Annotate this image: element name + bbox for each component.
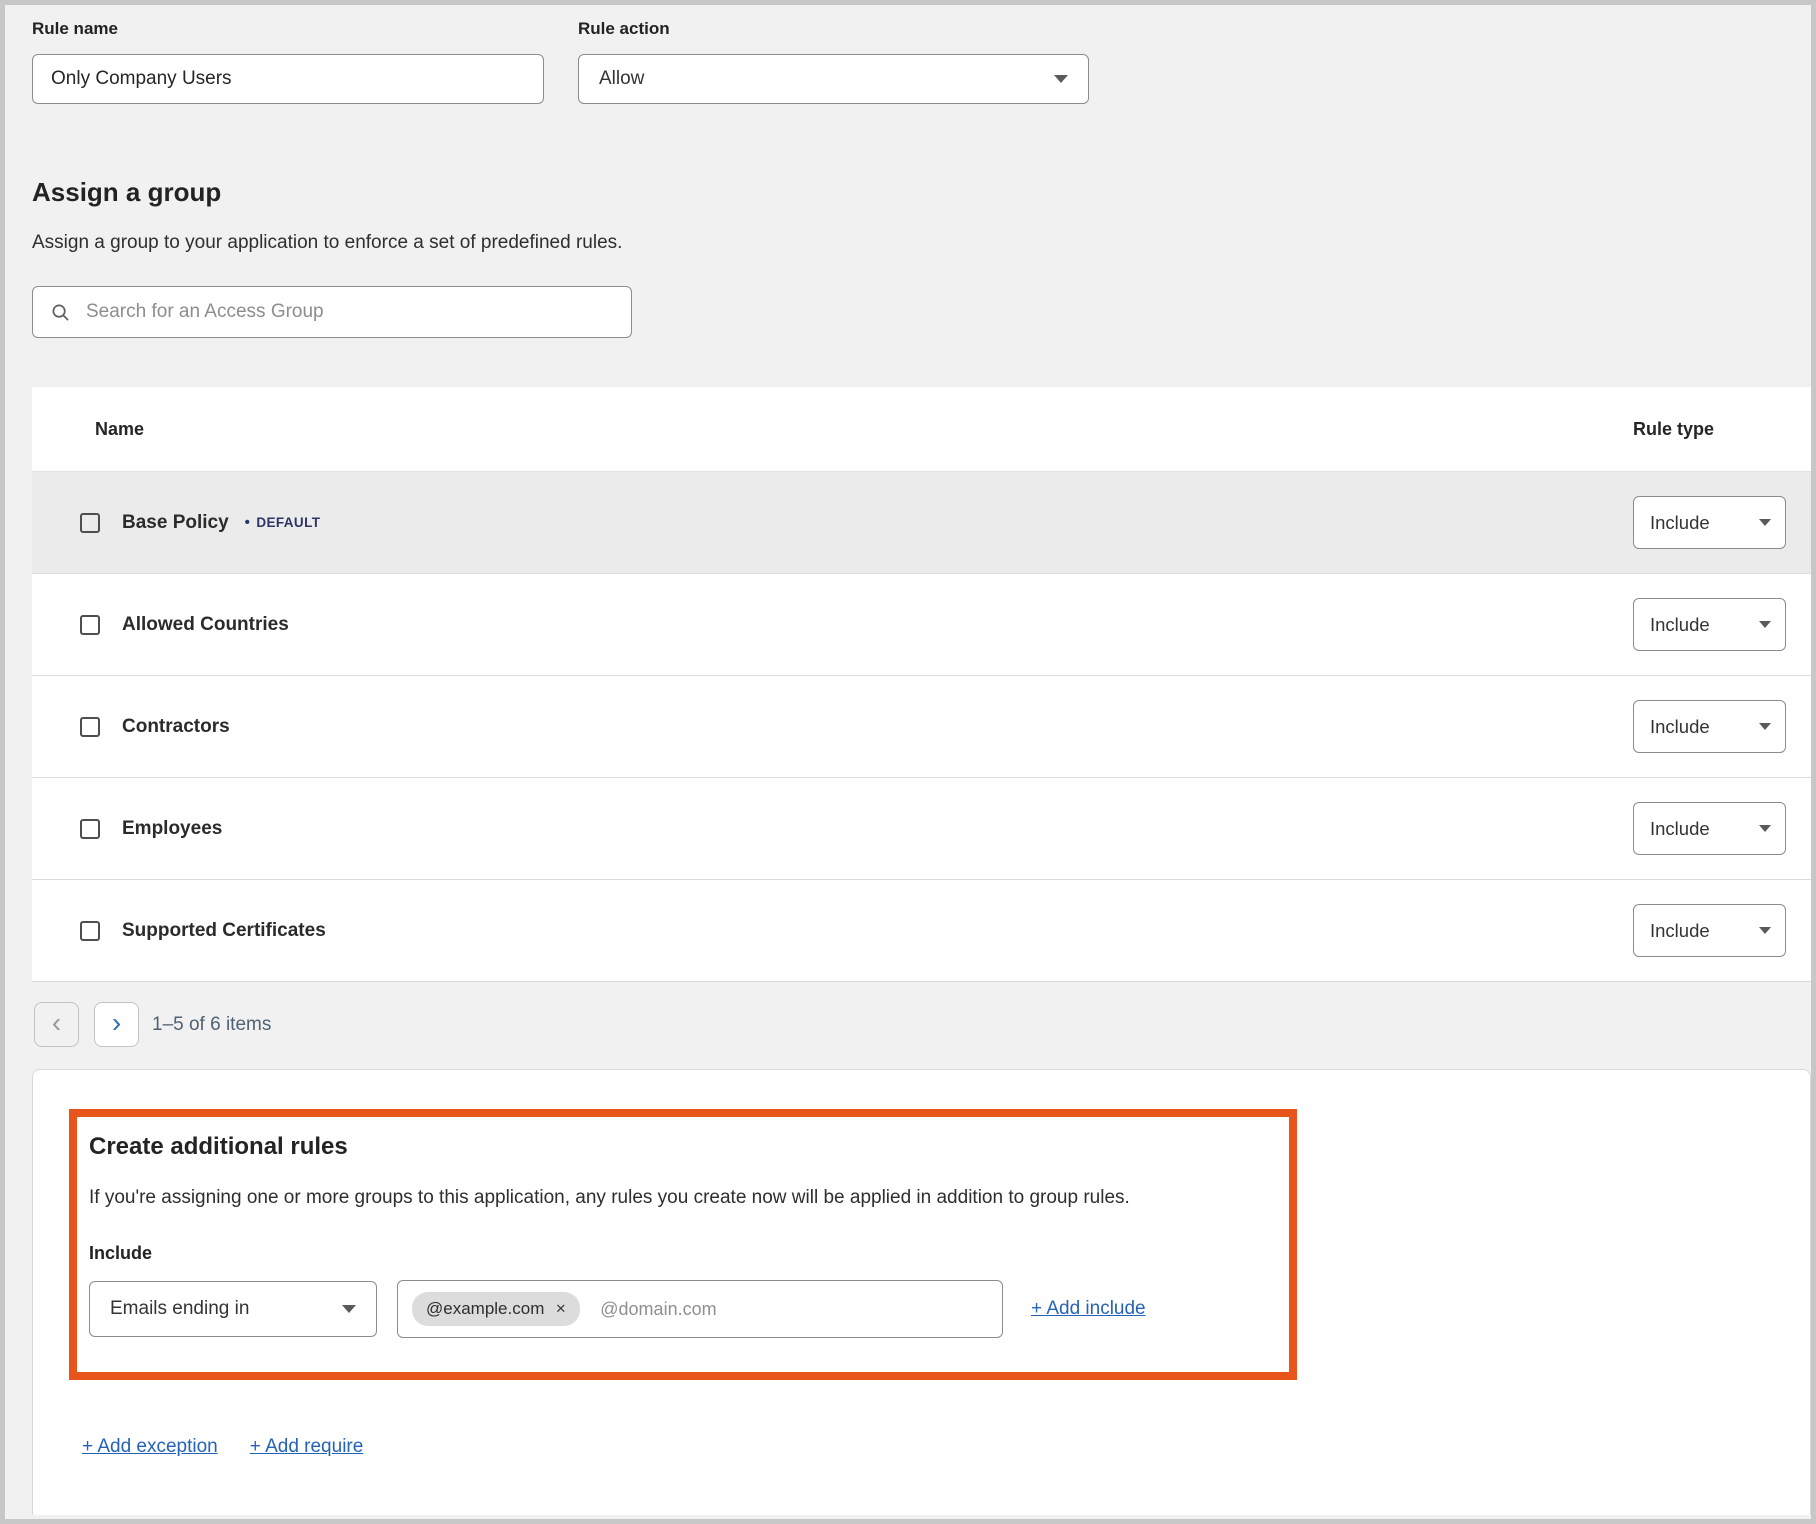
pagination-range-label: 1–5 of 6 items <box>152 1014 271 1036</box>
rule-type-value: Include <box>1650 614 1710 636</box>
table-row: Base Policy • DEFAULT Include <box>32 471 1811 573</box>
row-checkbox[interactable] <box>80 615 100 635</box>
row-name: Supported Certificates <box>122 920 326 942</box>
email-domain-tag: @example.com ✕ <box>412 1292 580 1326</box>
rule-type-select[interactable]: Include <box>1633 802 1786 855</box>
create-rules-heading: Create additional rules <box>89 1133 1269 1161</box>
row-checkbox[interactable] <box>80 513 100 533</box>
table-header-row: Name Rule type <box>32 387 1811 471</box>
add-exception-link[interactable]: + Add exception <box>82 1436 218 1458</box>
search-icon <box>51 303 70 322</box>
badge-bullet-icon: • <box>245 515 251 530</box>
assign-group-description: Assign a group to your application to en… <box>32 232 1811 254</box>
assign-group-heading: Assign a group <box>32 177 1811 208</box>
row-name: Allowed Countries <box>122 614 289 636</box>
table-row: Allowed Countries Include <box>32 573 1811 675</box>
chevron-left-icon: ‹ <box>52 1009 61 1037</box>
column-header-rule-type: Rule type <box>1633 419 1786 440</box>
rule-name-label: Rule name <box>32 19 544 39</box>
email-domains-input[interactable]: @example.com ✕ <box>397 1280 1003 1338</box>
row-name: Contractors <box>122 716 230 738</box>
chevron-down-icon <box>1054 75 1068 83</box>
rule-action-value: Allow <box>599 68 644 90</box>
include-label: Include <box>89 1243 1269 1264</box>
condition-value: Emails ending in <box>110 1298 249 1320</box>
table-row: Supported Certificates Include <box>32 879 1811 981</box>
pagination: ‹ › 1–5 of 6 items <box>32 1002 1811 1047</box>
chevron-right-icon: › <box>112 1009 121 1037</box>
rule-header-form: Rule name Rule action Allow <box>32 19 1811 104</box>
row-checkbox[interactable] <box>80 717 100 737</box>
default-badge: • DEFAULT <box>245 515 321 530</box>
rule-type-select[interactable]: Include <box>1633 700 1786 753</box>
table-row: Employees Include <box>32 777 1811 879</box>
create-rules-panel: Create additional rules If you're assign… <box>32 1069 1811 1515</box>
add-require-link[interactable]: + Add require <box>250 1436 364 1458</box>
access-group-search-box <box>32 286 632 338</box>
row-name: Employees <box>122 818 222 840</box>
badge-label: DEFAULT <box>256 515 320 530</box>
rule-footer-links: + Add exception + Add require <box>82 1436 1810 1458</box>
access-group-search-input[interactable] <box>84 300 631 324</box>
rule-action-label: Rule action <box>578 19 1089 39</box>
chevron-down-icon <box>342 1305 356 1313</box>
next-page-button[interactable]: › <box>94 1002 139 1047</box>
table-row: Contractors Include <box>32 675 1811 777</box>
rule-type-select[interactable]: Include <box>1633 496 1786 549</box>
chevron-down-icon <box>1759 519 1771 526</box>
chevron-down-icon <box>1759 621 1771 628</box>
previous-page-button[interactable]: ‹ <box>34 1002 79 1047</box>
rule-type-value: Include <box>1650 716 1710 738</box>
rule-action-select[interactable]: Allow <box>578 54 1089 104</box>
row-name: Base Policy <box>122 512 229 534</box>
rule-type-value: Include <box>1650 818 1710 840</box>
rule-name-input[interactable] <box>32 54 544 104</box>
rule-type-value: Include <box>1650 512 1710 534</box>
column-header-name: Name <box>95 419 144 440</box>
access-groups-table: Name Rule type Base Policy • DEFAULT Inc… <box>32 387 1811 982</box>
rules-form-page: Rule name Rule action Allow Assign a gro… <box>5 5 1811 1515</box>
highlight-box: Create additional rules If you're assign… <box>69 1109 1297 1380</box>
condition-select[interactable]: Emails ending in <box>89 1281 377 1337</box>
include-rule-controls: Emails ending in @example.com ✕ + Add in… <box>89 1280 1269 1338</box>
tag-label: @example.com <box>426 1299 544 1319</box>
add-include-link[interactable]: + Add include <box>1031 1298 1146 1320</box>
chevron-down-icon <box>1759 825 1771 832</box>
email-domain-text-input[interactable] <box>598 1298 988 1321</box>
create-rules-description: If you're assigning one or more groups t… <box>89 1187 1269 1209</box>
row-checkbox[interactable] <box>80 921 100 941</box>
chevron-down-icon <box>1759 927 1771 934</box>
rule-type-value: Include <box>1650 920 1710 942</box>
row-checkbox[interactable] <box>80 819 100 839</box>
rule-name-field-group: Rule name <box>32 19 544 104</box>
rule-action-field-group: Rule action Allow <box>578 19 1089 104</box>
remove-tag-icon[interactable]: ✕ <box>555 1301 566 1317</box>
rule-type-select[interactable]: Include <box>1633 904 1786 957</box>
rule-type-select[interactable]: Include <box>1633 598 1786 651</box>
chevron-down-icon <box>1759 723 1771 730</box>
